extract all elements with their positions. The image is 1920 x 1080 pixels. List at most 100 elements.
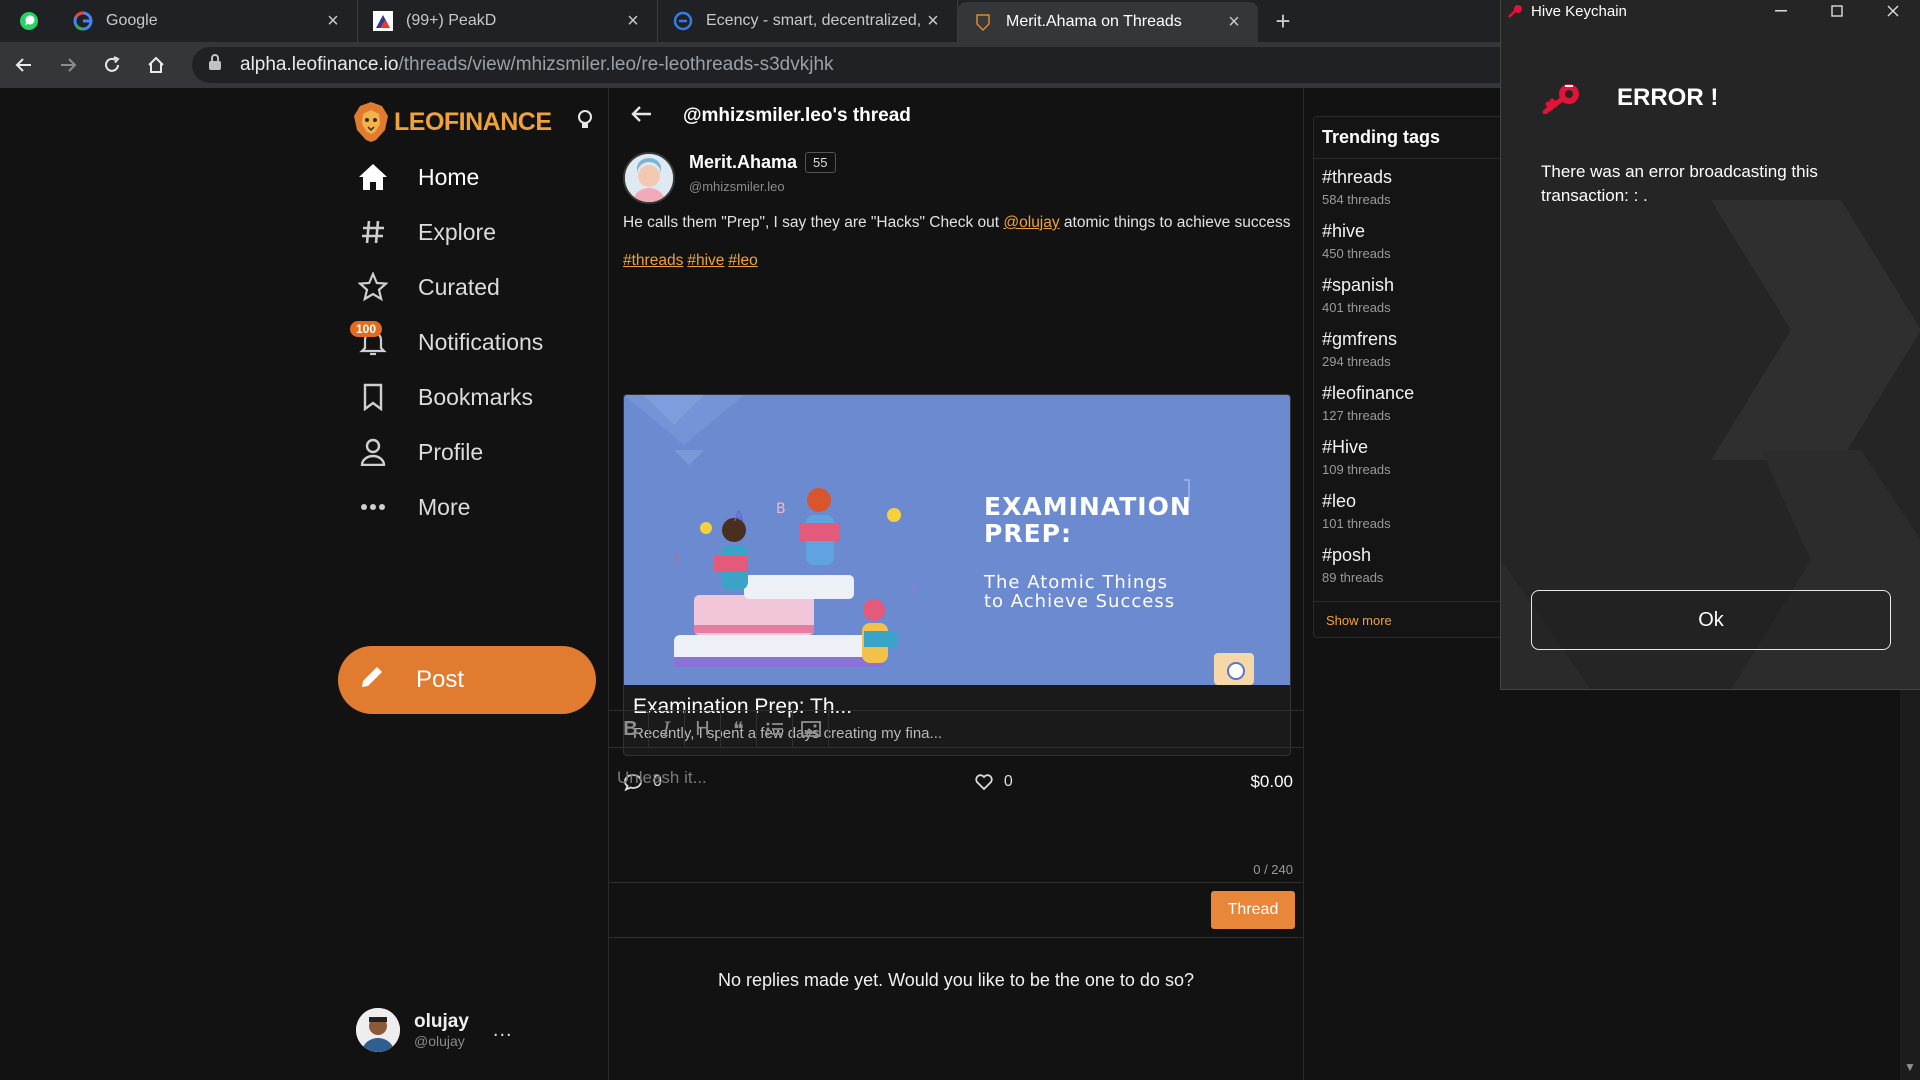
pinned-tab-whatsapp[interactable] [0,0,58,42]
tab-title: Google [106,12,158,29]
close-icon[interactable]: × [1224,11,1244,34]
trending-tag-item[interactable]: #hive 450 threads [1322,221,1391,261]
account-more-button[interactable]: ... [493,1019,513,1042]
trending-tag-item[interactable]: #threads 584 threads [1322,167,1392,207]
tab-threads[interactable]: Merit.Ahama on Threads × [958,2,1258,42]
trending-tag: #leo [1322,491,1357,511]
thread-submit-button[interactable]: Thread [1211,891,1295,929]
image-icon [800,721,821,737]
trending-count: 401 threads [1322,300,1391,315]
reply-input[interactable]: Unleash it... [617,768,707,788]
author-avatar[interactable] [623,152,675,204]
back-button[interactable] [4,45,44,85]
sidebar-item-label: Bookmarks [418,383,534,410]
reputation-badge: 55 [805,152,836,173]
sidebar-item-notifications[interactable]: 100 Notifications [350,317,544,367]
lightbulb-icon[interactable] [576,109,594,136]
bookmark-icon [356,380,390,414]
tab-peakd[interactable]: (99+) PeakD × [358,0,658,42]
maximize-button[interactable] [1809,0,1865,22]
maximize-icon [1831,5,1843,17]
url-host: alpha.leofinance.io [240,54,399,75]
forward-button[interactable] [48,45,88,85]
sidebar-item-explore[interactable]: Explore [356,207,496,257]
sidebar-item-bookmarks[interactable]: Bookmarks [356,372,533,422]
home-outline-icon [148,56,164,73]
close-icon[interactable]: × [623,10,643,33]
close-window-button[interactable] [1865,0,1920,22]
trending-tag-item[interactable]: #leofinance 127 threads [1322,383,1414,423]
post-tags: #threads #hive #leo [623,252,1293,270]
svg-text:?: ? [909,580,918,599]
arrow-left-icon [15,58,31,72]
author-name[interactable]: Merit.Ahama [689,152,797,173]
heading-button[interactable]: H [685,711,721,747]
address-bar[interactable]: alpha.leofinance.io/threads/view/mhizsmi… [192,47,1642,83]
trending-tag-item[interactable]: #spanish 401 threads [1322,275,1394,315]
image-button[interactable] [793,711,829,747]
trending-tag-item[interactable]: #leo 101 threads [1322,491,1391,531]
logo-text: LEOFINANCE [394,107,552,136]
list-button[interactable] [757,711,793,747]
link-preview-card[interactable]: B A ? ! EXAMINATION PREP: The Atomic Thi… [623,394,1291,756]
close-icon[interactable]: × [923,10,943,33]
show-more-link[interactable]: Show more [1314,601,1504,639]
sidebar-item-home[interactable]: Home [356,152,479,202]
lion-logo-icon [354,102,388,142]
sidebar-item-profile[interactable]: Profile [356,427,483,477]
tab-title: Ecency - smart, decentralized, rewarding [706,12,923,29]
trending-tag-item[interactable]: #Hive 109 threads [1322,437,1391,477]
keychain-popup: Hive Keychain ERROR ! There was an error… [1500,0,1920,690]
tag-link[interactable]: #threads [623,252,683,269]
char-counter: 0 / 240 [1253,862,1293,877]
user-name: olujay [414,1011,469,1032]
sidebar-item-curated[interactable]: Curated [356,262,500,312]
scroll-down-icon[interactable]: ▼ [1904,1060,1916,1074]
trending-count: 127 threads [1322,408,1391,423]
italic-button[interactable]: I [649,711,685,747]
sidebar-item-label: Notifications [418,328,544,355]
home-button[interactable] [136,45,176,85]
tab-google[interactable]: Google × [58,0,358,42]
tag-link[interactable]: #leo [728,252,757,269]
ok-button[interactable]: Ok [1531,590,1891,650]
notification-badge: 100 [350,321,383,337]
trending-tag-item[interactable]: #posh 89 threads [1322,545,1383,585]
quote-button[interactable]: ❝ [721,711,757,747]
svg-text:!: ! [674,550,680,569]
leofinance-logo[interactable]: LEOFINANCE [352,100,594,144]
star-icon [356,270,390,304]
payout-value[interactable]: $0.00 [1250,772,1293,792]
trending-tag: #posh [1322,545,1372,565]
tag-link[interactable]: #hive [687,252,724,269]
minimize-button[interactable] [1753,0,1809,22]
mention-link[interactable]: @olujay [1003,214,1059,231]
like-button[interactable]: 0 [974,773,1013,791]
trending-tag: #leofinance [1322,383,1415,403]
trending-tag: #spanish [1322,275,1395,295]
google-icon [72,10,94,32]
reload-button[interactable] [92,45,132,85]
account-switcher[interactable]: olujay @olujay ... [356,1008,513,1052]
post-body: He calls them "Prep", I say they are "Ha… [623,214,1293,232]
user-handle: @olujay [414,1033,465,1049]
post-button[interactable]: Post [338,646,596,714]
window-title: Hive Keychain [1531,2,1627,20]
tab-ecency[interactable]: Ecency - smart, decentralized, rewarding… [658,0,958,42]
sidebar-item-label: Curated [418,273,500,300]
trending-tag-item[interactable]: #gmfrens 294 threads [1322,329,1397,369]
new-tab-button[interactable]: + [1258,6,1308,37]
tab-title: Merit.Ahama on Threads [1006,13,1182,30]
bold-button[interactable]: B [613,711,649,747]
thread-header: @mhizsmiler.leo's thread [609,88,1303,144]
reload-icon [105,56,120,72]
sidebar-item-label: Home [418,163,480,190]
close-icon[interactable]: × [323,10,343,33]
sidebar-item-more[interactable]: More [356,482,470,532]
home-icon [356,160,390,194]
sidebar-item-label: Explore [418,218,496,245]
back-arrow-icon[interactable] [631,102,653,130]
like-count: 0 [1003,773,1013,790]
preview-image-subtitle-line: The Atomic Things [984,572,1169,593]
pencil-icon [358,663,386,698]
